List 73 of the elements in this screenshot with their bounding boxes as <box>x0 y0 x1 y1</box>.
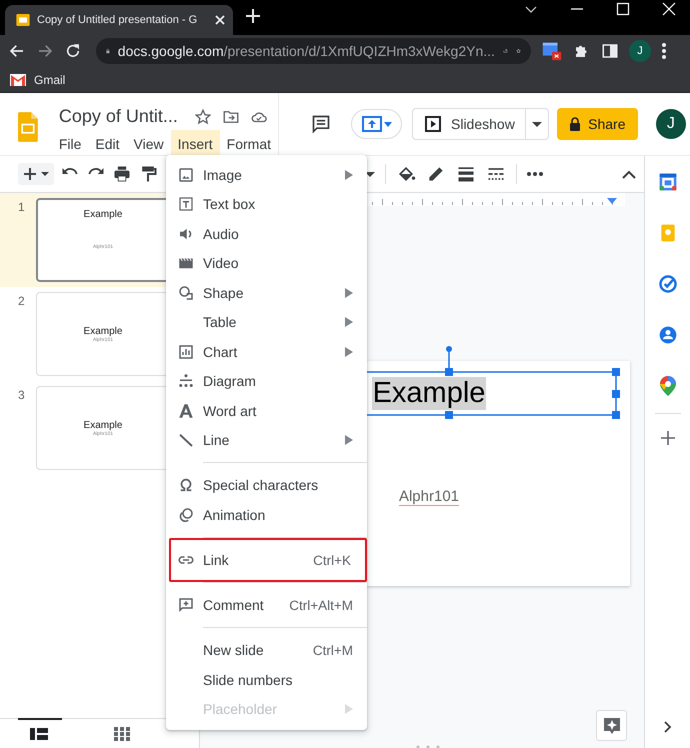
add-comment-icon <box>177 596 195 614</box>
word-art-icon <box>177 402 195 420</box>
shapes-icon <box>177 284 195 302</box>
profile-avatar[interactable]: J <box>629 40 651 62</box>
close-icon[interactable] <box>213 13 227 27</box>
caret-icon <box>384 122 392 126</box>
slide-subtitle: Alphr101 <box>398 488 460 506</box>
account-avatar[interactable]: J <box>656 109 686 139</box>
mail-icon <box>10 74 26 86</box>
collapse-icon[interactable] <box>622 170 636 178</box>
menu-item[interactable]: New slide Ctrl+M <box>166 636 367 665</box>
close-icon[interactable] <box>662 2 676 16</box>
star-icon[interactable] <box>194 108 212 126</box>
thumbnail-title: Example <box>84 326 122 336</box>
more-icon[interactable] <box>661 42 667 60</box>
present-icon <box>362 116 382 132</box>
slide-number: 3 <box>17 387 26 404</box>
menu-tab[interactable]: View <box>126 130 171 159</box>
lock-icon <box>569 117 582 131</box>
tasks-icon[interactable] <box>658 274 678 294</box>
dropdown-icon[interactable] <box>532 122 542 126</box>
animation-icon <box>177 506 195 524</box>
slide-title: Example <box>372 377 486 410</box>
image-icon <box>177 166 195 184</box>
explore-button[interactable] <box>596 710 627 741</box>
submenu-arrow-icon <box>345 704 353 714</box>
submenu-arrow-icon <box>345 170 353 180</box>
menu-item[interactable]: Comment Ctrl+Alt+M <box>166 590 367 620</box>
bookmark[interactable]: Gmail <box>10 72 66 86</box>
dropdown-icon[interactable] <box>365 172 375 176</box>
grid-view-icon[interactable] <box>114 727 130 741</box>
add-icon[interactable] <box>660 431 674 445</box>
menu-item[interactable]: Link Ctrl+K <box>169 538 367 582</box>
new-slide-button[interactable] <box>18 163 54 185</box>
list-view-icon[interactable] <box>30 727 48 741</box>
present-button[interactable] <box>351 109 402 139</box>
extension-icon[interactable] <box>541 40 563 62</box>
slide-number: 2 <box>17 293 26 310</box>
address-bar[interactable]: docs.google.com/presentation/d/1XmfUQIZHm3xWekg2Yn... <box>96 38 531 64</box>
browser-tab[interactable]: Copy of Untitled presentation - G <box>5 5 233 35</box>
submenu-arrow-icon <box>345 317 353 328</box>
slides-icon <box>15 12 31 28</box>
reload-icon[interactable] <box>64 42 82 60</box>
comment-icon[interactable] <box>311 114 331 134</box>
chevron-right-icon[interactable] <box>664 721 672 733</box>
play-icon <box>425 116 441 132</box>
thumbnail-title: Example <box>84 420 122 430</box>
line-icon <box>177 431 195 450</box>
calendar-icon[interactable] <box>658 172 678 192</box>
thumbnail-title: Example <box>84 209 122 220</box>
menu-tab[interactable]: Format <box>220 130 278 159</box>
side-panel-icon[interactable] <box>601 42 619 60</box>
chart-icon <box>177 342 195 361</box>
menu-tab[interactable]: File <box>52 130 88 159</box>
maximize-icon[interactable] <box>616 2 630 16</box>
submenu-arrow-icon <box>345 288 353 298</box>
contacts-icon[interactable] <box>658 325 678 345</box>
menu-item[interactable]: Slide numbers <box>166 665 367 694</box>
submenu-arrow-icon <box>345 346 353 357</box>
fill-bucket-icon[interactable] <box>396 164 416 184</box>
sparkle-icon <box>602 716 620 734</box>
document-title[interactable]: Copy of Untit... <box>58 106 178 127</box>
slide-number: 1 <box>17 199 26 216</box>
more-icon[interactable] <box>527 172 543 176</box>
text-box-icon <box>177 195 195 214</box>
map-pin-icon[interactable] <box>660 376 676 396</box>
new-tab-icon[interactable] <box>245 8 261 24</box>
menu-tab[interactable]: Edit <box>88 130 127 159</box>
share-button[interactable]: Share <box>556 108 638 140</box>
menu-item[interactable]: Image <box>166 160 367 190</box>
print-icon[interactable] <box>112 164 132 184</box>
plus-icon <box>22 166 38 182</box>
submenu-arrow-icon <box>345 435 353 446</box>
